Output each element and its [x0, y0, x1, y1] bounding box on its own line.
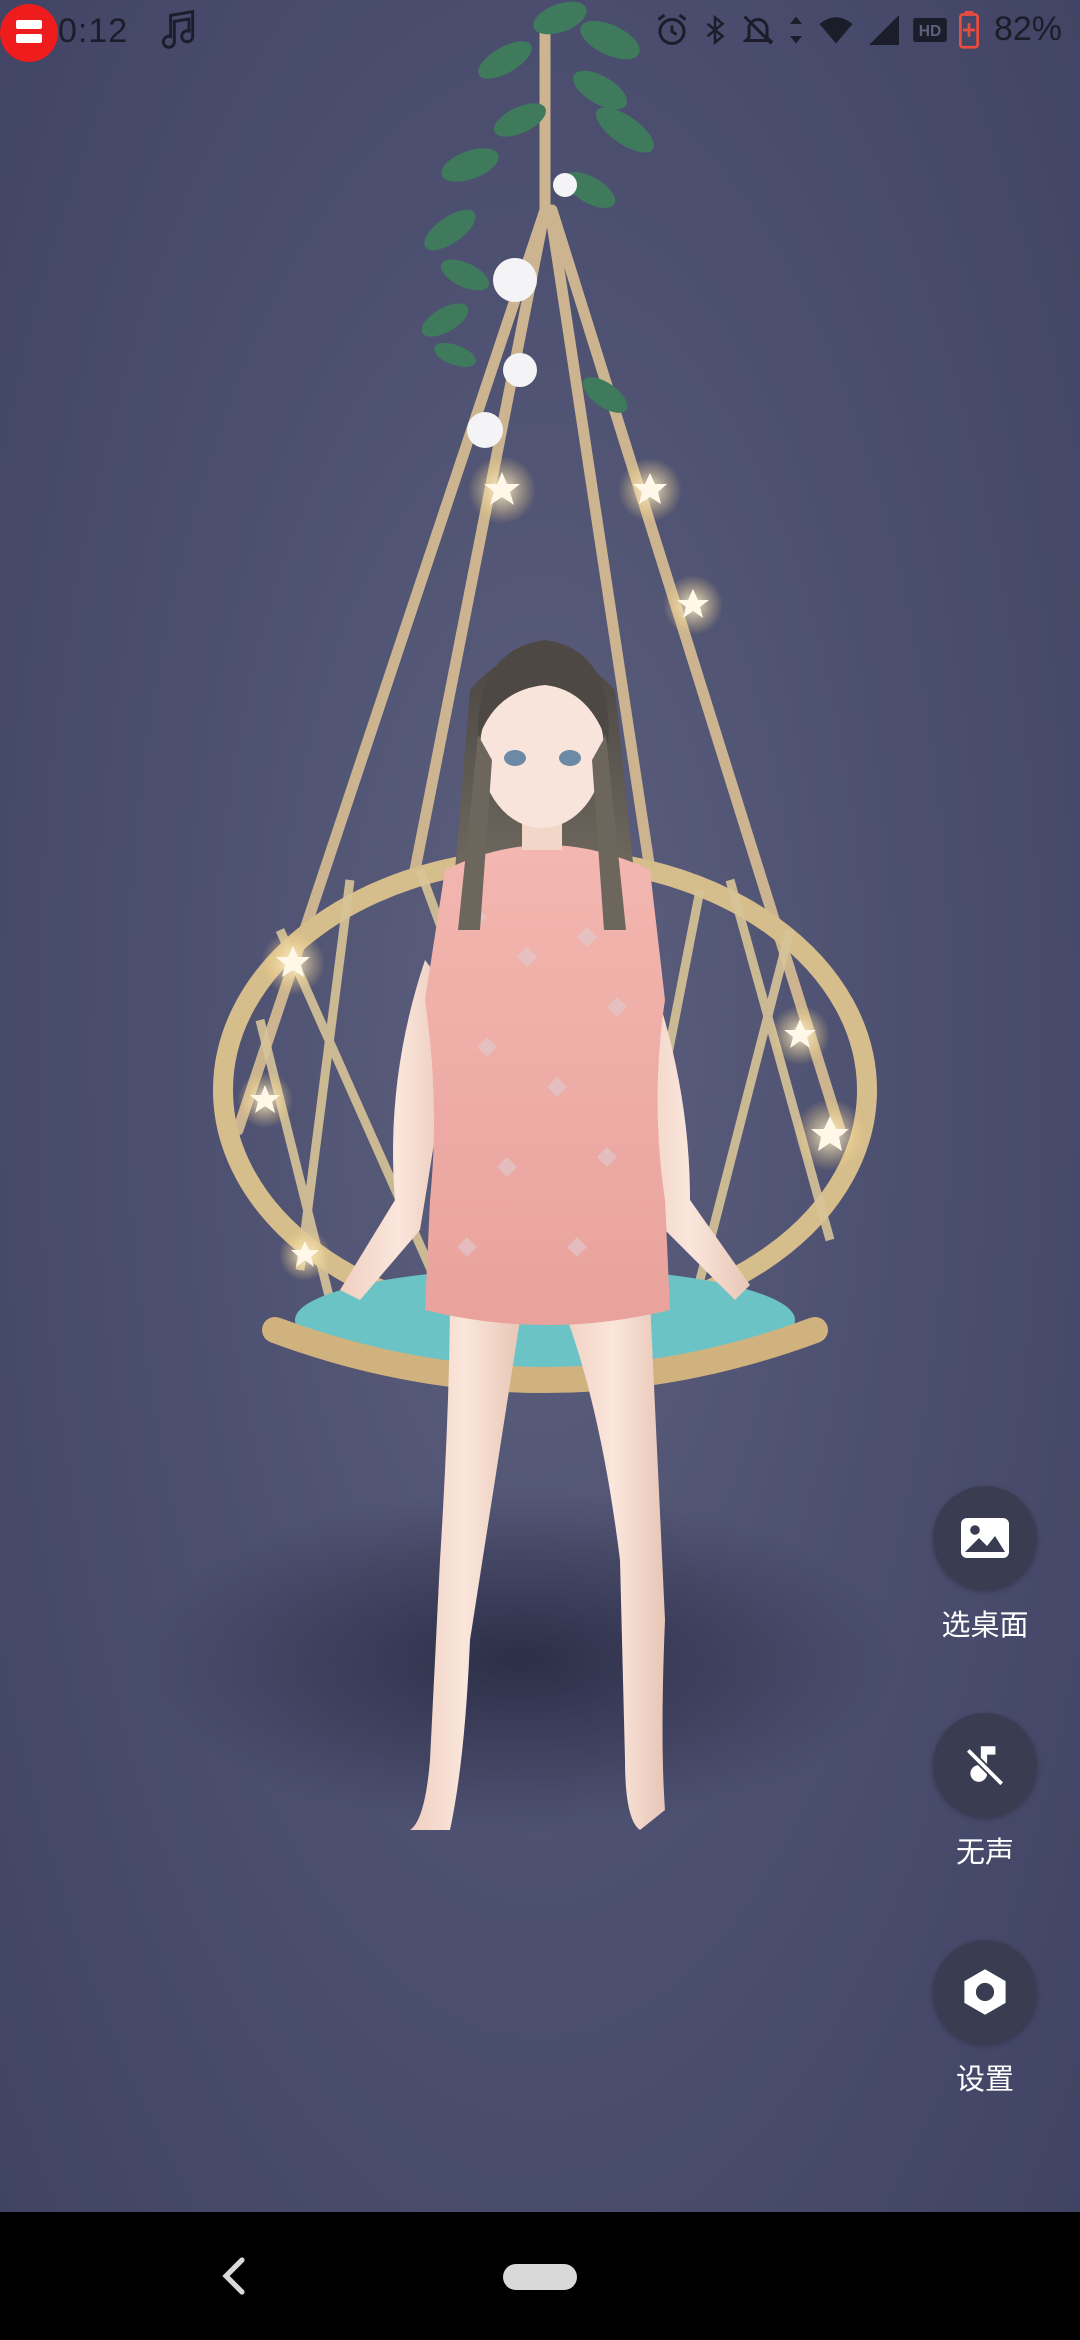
mute-button[interactable] [933, 1713, 1037, 1817]
wallpaper-illustration [140, 1, 900, 1830]
mute-action[interactable]: 无声 [930, 1713, 1040, 1871]
notifications-off-icon [742, 14, 774, 45]
vine-leaves [421, 1, 654, 413]
status-time: 0:12 [58, 12, 129, 50]
bluetooth-icon [706, 14, 725, 45]
cell-signal-icon [868, 14, 899, 45]
system-icons: HD 82% [654, 10, 1062, 49]
screen-record-indicator[interactable] [0, 4, 58, 62]
settings-button[interactable] [933, 1940, 1037, 2044]
settings-icon [964, 1969, 1006, 2015]
navigation-bar [0, 2212, 1080, 2340]
music-note-icon [162, 9, 195, 49]
battery-percent: 82% [993, 10, 1062, 48]
battery-charging-icon [958, 10, 979, 49]
svg-text:HD: HD [919, 23, 942, 40]
settings-action[interactable]: 设置 [930, 1940, 1040, 2098]
mute-label: 无声 [955, 1837, 1014, 1869]
choose-wallpaper-label: 选桌面 [941, 1610, 1029, 1642]
live-wallpaper-screen: 0:12 HD 82% 选桌面 无声 设置 [0, 0, 1080, 2340]
back-icon[interactable] [214, 2252, 254, 2300]
choose-wallpaper-button[interactable] [933, 1486, 1037, 1590]
home-pill[interactable] [503, 2264, 577, 2290]
music-off-icon [965, 1746, 1005, 1787]
hd-icon: HD [913, 17, 947, 42]
wifi-icon [819, 16, 853, 43]
alarm-icon [657, 13, 687, 45]
data-arrows-icon [789, 16, 802, 43]
choose-wallpaper-action[interactable]: 选桌面 [930, 1486, 1040, 1644]
settings-label: 设置 [955, 2064, 1014, 2096]
image-icon [961, 1518, 1009, 1558]
status-bar: 0:12 HD 82% [0, 0, 1080, 62]
floor-shadow [140, 1490, 900, 1830]
